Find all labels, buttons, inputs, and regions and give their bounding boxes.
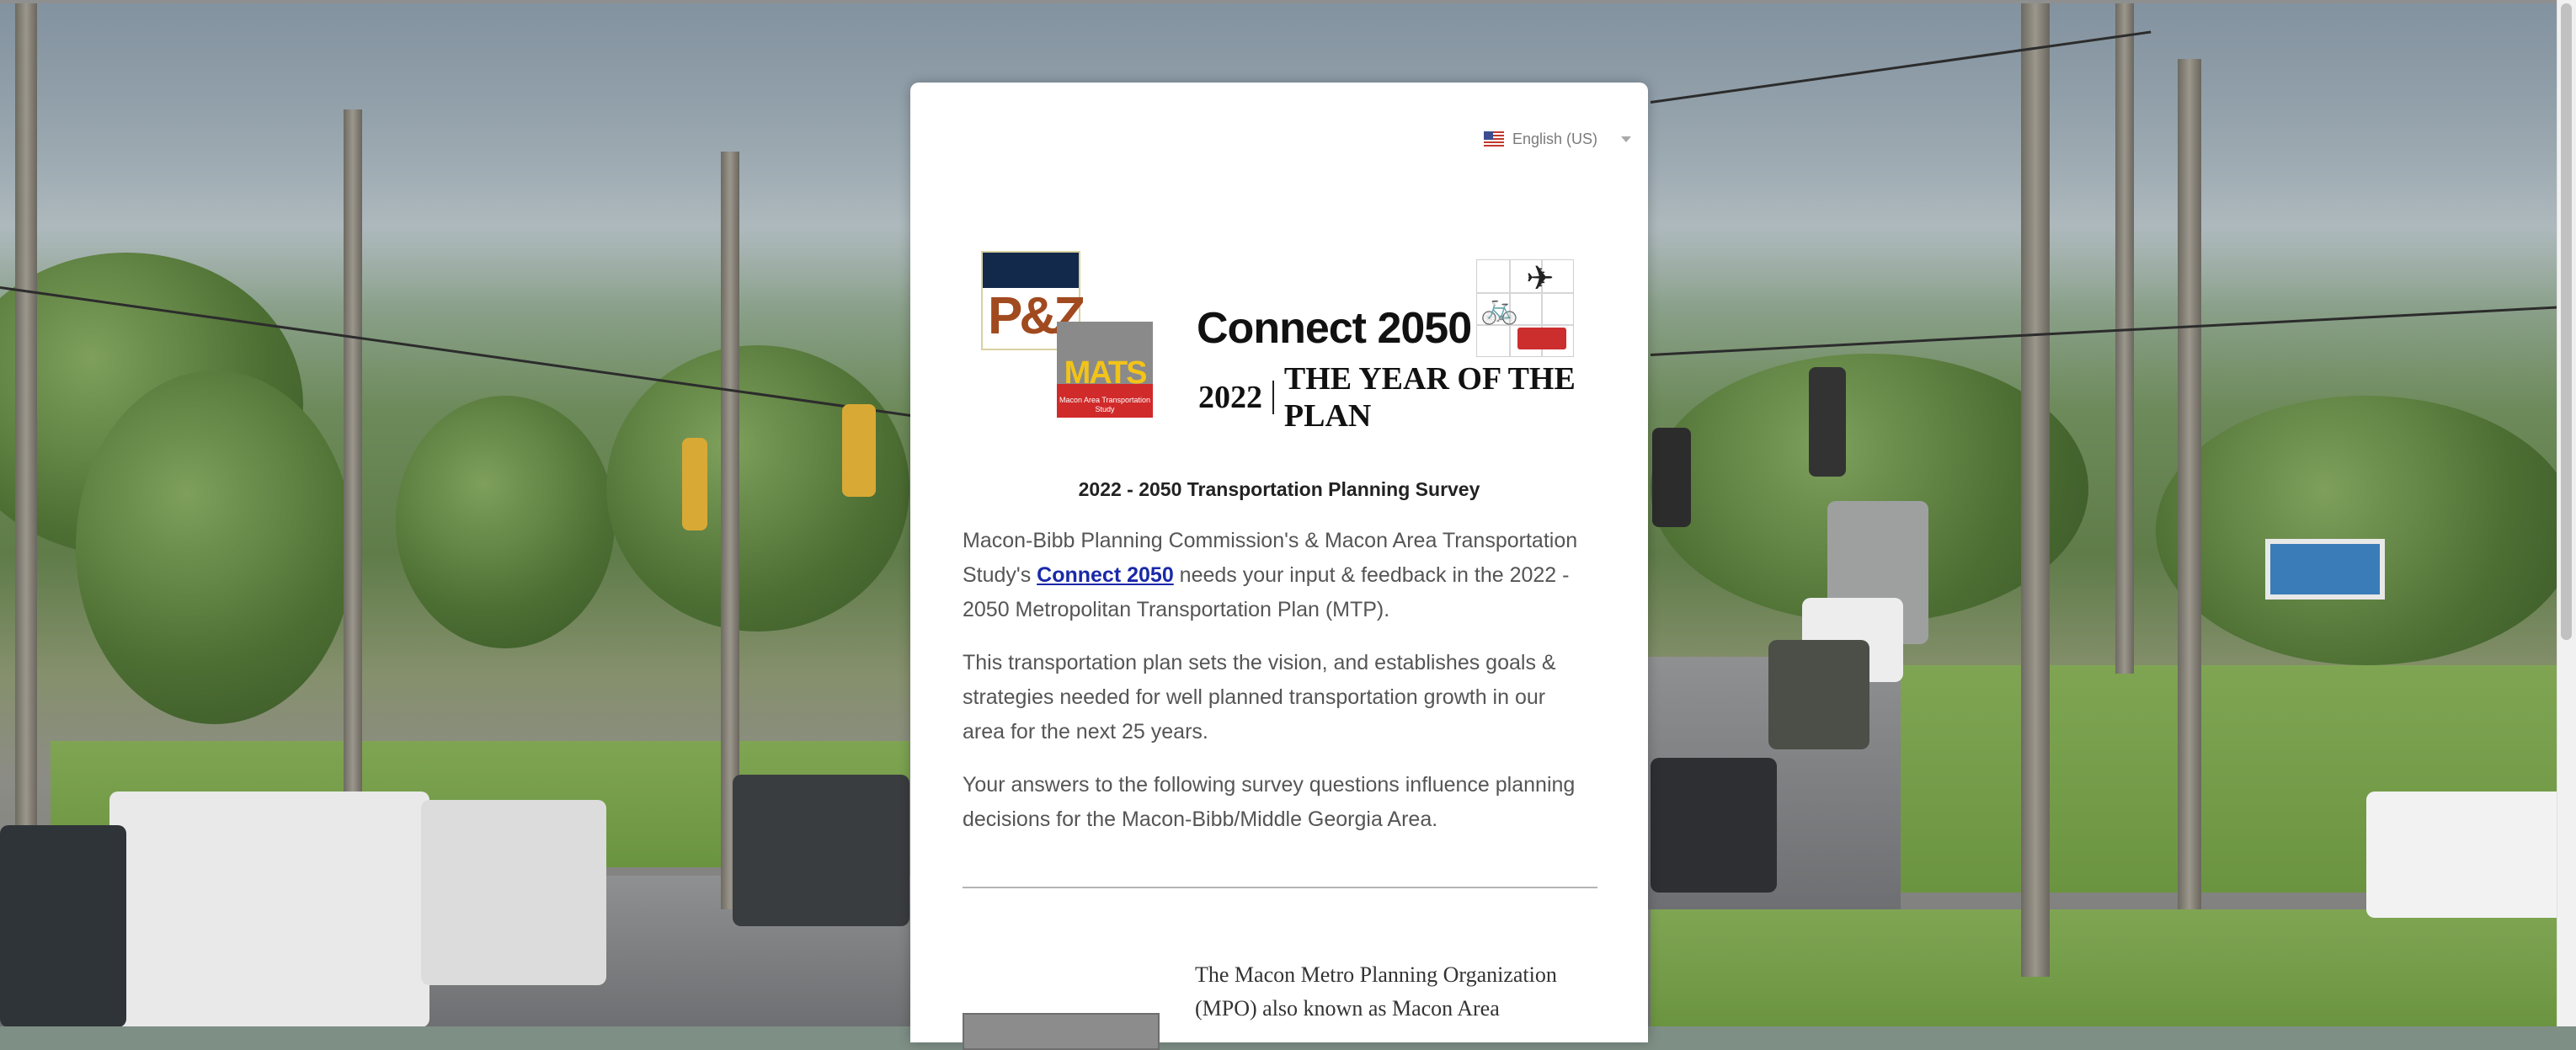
utility-pole xyxy=(2021,0,2050,977)
tree xyxy=(2156,396,2576,665)
dark-suv xyxy=(1768,640,1869,749)
page-scrollbar[interactable] xyxy=(2557,0,2576,1026)
language-label: English (US) xyxy=(1512,130,1597,147)
tree xyxy=(76,370,354,724)
power-line xyxy=(1650,305,2576,356)
tree xyxy=(396,396,615,648)
airplane-icon: ✈ xyxy=(1526,259,1555,298)
utility-pole xyxy=(2178,59,2201,909)
us-flag-icon xyxy=(1483,131,1504,147)
survey-title: 2022 - 2050 Transportation Planning Surv… xyxy=(1078,478,1480,500)
window-top-edge xyxy=(0,0,2576,3)
chevron-down-icon xyxy=(1621,136,1631,142)
intro-paragraph-1: Macon-Bibb Planning Commission's & Macon… xyxy=(963,524,1586,627)
transport-puzzle-icon: ✈ 🚲 xyxy=(1476,259,1574,357)
traffic-signal xyxy=(1652,428,1691,527)
roadside-sign xyxy=(2265,539,2385,600)
connect-2050-logo-subtitle: 2022 THE YEAR OF THE PLAN xyxy=(1198,360,1648,434)
traffic-signal xyxy=(842,404,876,497)
mpo-image xyxy=(963,1013,1160,1050)
scrollbar-thumb[interactable] xyxy=(2561,3,2572,640)
truck-icon xyxy=(1517,328,1566,349)
dark-car xyxy=(0,825,126,1026)
survey-card: English (US) P&Z MATS Macon Area Transpo… xyxy=(910,83,1648,1050)
connect-year: 2022 xyxy=(1198,380,1262,415)
pz-logo-band xyxy=(983,253,1079,288)
dark-suv xyxy=(733,775,909,926)
mpo-description: The Macon Metro Planning Organization (M… xyxy=(1195,962,1557,1021)
white-truck xyxy=(421,800,606,985)
mats-logo-subtitle: Macon Area Transportation Study xyxy=(1059,396,1151,413)
traffic-signal xyxy=(682,438,707,530)
language-selector[interactable]: English (US) xyxy=(1483,126,1631,152)
dark-car xyxy=(1651,758,1777,893)
bicycle-icon: 🚲 xyxy=(1480,291,1518,326)
mats-logo: MATS Macon Area Transportation Study xyxy=(1057,322,1153,418)
traffic-signal xyxy=(1809,367,1846,477)
intro-paragraph-3: Your answers to the following survey que… xyxy=(963,773,1576,831)
connect-2050-logo-title: Connect 2050 xyxy=(1197,304,1472,353)
intro-paragraph-2: This transportation plan sets the vision… xyxy=(963,651,1556,744)
utility-pole xyxy=(2115,0,2134,674)
white-suv xyxy=(2366,791,2568,918)
section-divider xyxy=(963,887,1597,888)
subtitle-divider xyxy=(1272,381,1274,414)
connect-tagline: THE YEAR OF THE PLAN xyxy=(1283,361,1576,434)
white-truck xyxy=(109,791,429,1026)
connect-2050-link[interactable]: Connect 2050 xyxy=(1037,563,1174,587)
survey-intro: Macon-Bibb Planning Commission's & Macon… xyxy=(963,524,1586,855)
grass-right-lower xyxy=(1651,909,2576,1026)
